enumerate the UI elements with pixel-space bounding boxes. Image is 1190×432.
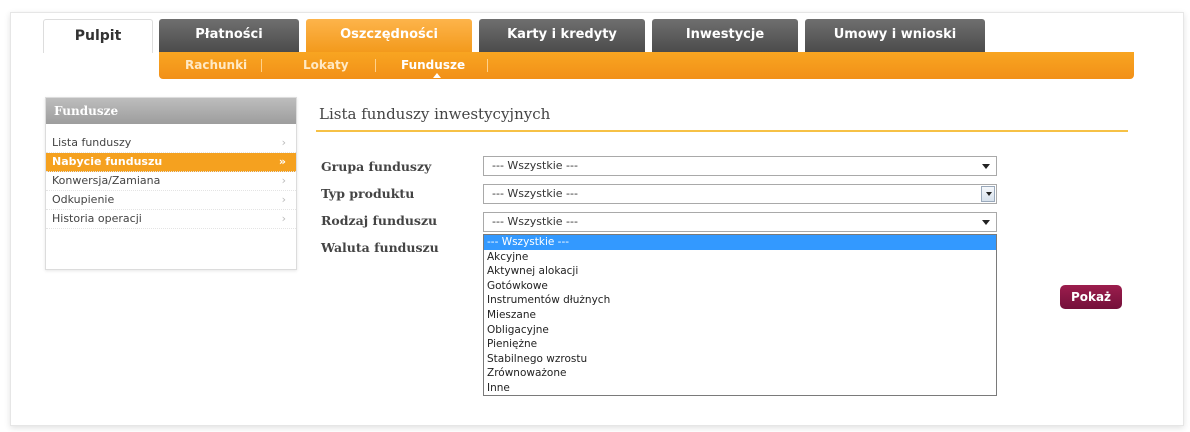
dropdown-option[interactable]: Mieszane [484, 308, 996, 323]
sidebar-item-lista-funduszy[interactable]: Lista funduszy › [46, 134, 296, 153]
subnav-rachunki[interactable]: Rachunki [185, 52, 247, 79]
sidebar-item-label: Odkupienie [52, 193, 115, 206]
tab-pulpit[interactable]: Pulpit [43, 19, 153, 53]
sidebar-item-konwersja-zamiana[interactable]: Konwersja/Zamiana › [46, 172, 296, 191]
chevron-right-icon: › [281, 193, 286, 206]
currency-label: Waluta funduszu [321, 240, 439, 255]
chevron-right-icon: › [281, 174, 286, 187]
subnav-lokaty[interactable]: Lokaty [303, 52, 349, 79]
double-chevron-right-icon: » [278, 155, 286, 168]
chevron-right-icon: › [281, 212, 286, 225]
tab-oszczednosci[interactable]: Oszczędności [306, 19, 472, 52]
product-type-label: Typ produktu [321, 186, 415, 201]
chevron-down-icon [982, 164, 990, 169]
sidebar-item-label: Nabycie funduszu [52, 155, 163, 168]
sidebar-item-nabycie-funduszu[interactable]: Nabycie funduszu » [46, 153, 296, 172]
fund-kind-dropdown-list: --- Wszystkie --- Akcyjne Aktywnej aloka… [483, 234, 997, 396]
group-label: Grupa funduszy [321, 159, 432, 174]
dropdown-option[interactable]: Pieniężne [484, 337, 996, 352]
current-section-caret-icon [433, 73, 441, 78]
fund-kind-select-value: --- Wszystkie --- [492, 215, 578, 228]
sidebar-item-label: Historia operacji [52, 212, 142, 225]
dropdown-option[interactable]: Inne [484, 381, 996, 396]
tab-platnosci[interactable]: Płatności [159, 19, 299, 52]
dropdown-option[interactable]: Zrównoważone [484, 366, 996, 381]
page-title: Lista funduszy inwestycyjnych [319, 105, 551, 123]
sidebar-item-label: Konwersja/Zamiana [52, 174, 161, 187]
sidebar-item-odkupienie[interactable]: Odkupienie › [46, 191, 296, 210]
group-select[interactable]: --- Wszystkie --- [483, 156, 997, 176]
chevron-down-icon [982, 220, 990, 225]
dropdown-option[interactable]: Gotówkowe [484, 279, 996, 294]
dropdown-option[interactable]: Instrumentów dłużnych [484, 293, 996, 308]
sidebar-item-label: Lista funduszy [52, 136, 132, 149]
sidebar-item-historia-operacji[interactable]: Historia operacji › [46, 210, 296, 229]
dropdown-option[interactable]: Obligacyjne [484, 323, 996, 338]
chevron-right-icon: › [281, 136, 286, 149]
subnav-separator [375, 59, 376, 72]
subnav-separator [487, 59, 488, 72]
browser-page: Pulpit Płatności Oszczędności Karty i kr… [10, 12, 1184, 426]
sidebar-fundusze: Fundusze Lista funduszy › Nabycie fundus… [45, 97, 297, 270]
product-type-select[interactable]: --- Wszystkie --- [483, 184, 997, 204]
title-underline [316, 130, 1128, 132]
tab-umowy-i-wnioski[interactable]: Umowy i wnioski [805, 19, 985, 52]
chevron-down-icon [986, 192, 992, 196]
dropdown-button[interactable] [981, 186, 995, 202]
dropdown-option[interactable]: --- Wszystkie --- [484, 235, 996, 250]
subnav-bar: Rachunki Lokaty Fundusze [159, 52, 1134, 79]
fund-kind-label: Rodzaj funduszu [321, 213, 438, 228]
product-type-select-value: --- Wszystkie --- [492, 187, 578, 200]
dropdown-option[interactable]: Stabilnego wzrostu [484, 352, 996, 367]
dropdown-option[interactable]: Akcyjne [484, 250, 996, 265]
sidebar-title: Fundusze [46, 98, 296, 124]
tab-karty-i-kredyty[interactable]: Karty i kredyty [479, 19, 645, 52]
dropdown-option[interactable]: Aktywnej alokacji [484, 264, 996, 279]
show-button[interactable]: Pokaż [1060, 285, 1122, 309]
tab-inwestycje[interactable]: Inwestycje [652, 19, 798, 52]
fund-kind-select[interactable]: --- Wszystkie --- [483, 212, 997, 232]
subnav-separator [261, 59, 262, 72]
group-select-value: --- Wszystkie --- [492, 159, 578, 172]
sidebar-menu: Lista funduszy › Nabycie funduszu » Konw… [46, 134, 296, 229]
